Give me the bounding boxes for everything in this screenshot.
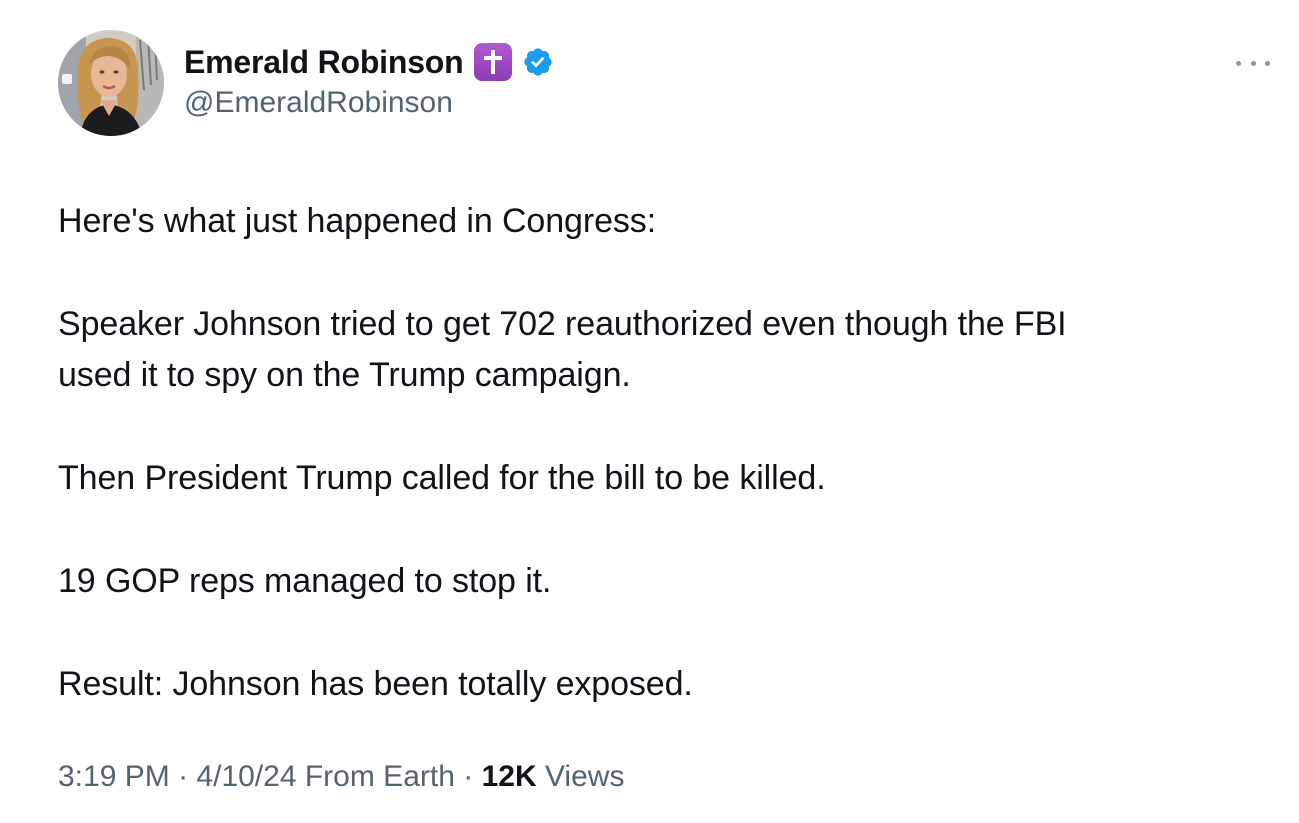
more-dot	[1250, 60, 1256, 66]
latin-cross-icon	[473, 43, 512, 81]
tweet-source: From Earth	[304, 760, 455, 793]
tweet-meta: 3:19 PM · 4/10/24 From Earth · 12K Views	[58, 760, 624, 794]
author-name-row: Emerald Robinson	[184, 42, 554, 82]
author-block: Emerald Robinson @EmeraldRobinson	[184, 42, 554, 120]
author-handle[interactable]: @EmeraldRobinson	[184, 86, 554, 120]
more-horizontal-icon[interactable]	[1236, 56, 1270, 70]
views-label[interactable]: Views	[545, 760, 624, 793]
display-name[interactable]: Emerald Robinson	[184, 44, 464, 81]
tweet-text: Here's what just happened in Congress: S…	[58, 196, 1248, 710]
tweet-time[interactable]: 3:19 PM	[58, 760, 170, 793]
tweet-line: Speaker Johnson tried to get 702 reautho…	[58, 305, 1067, 343]
tweet-card: Emerald Robinson @EmeraldRobinson Here's…	[0, 0, 1299, 823]
tweet-line: Then President Trump called for the bill…	[58, 459, 826, 497]
tweet-line: Here's what just happened in Congress:	[58, 202, 657, 240]
tweet-line: Result: Johnson has been totally exposed…	[58, 665, 693, 703]
meta-separator: ·	[463, 760, 474, 793]
more-dot	[1236, 60, 1241, 66]
avatar[interactable]	[58, 30, 164, 136]
tweet-line: 19 GOP reps managed to stop it.	[58, 562, 552, 600]
verified-checkmark-icon[interactable]	[522, 46, 554, 78]
tweet-line: used it to spy on the Trump campaign.	[58, 356, 631, 394]
views-count[interactable]: 12K	[482, 760, 537, 793]
more-dot	[1265, 60, 1270, 66]
meta-separator: ·	[178, 760, 189, 793]
tweet-date[interactable]: 4/10/24	[196, 760, 296, 793]
avatar-image	[58, 30, 164, 136]
